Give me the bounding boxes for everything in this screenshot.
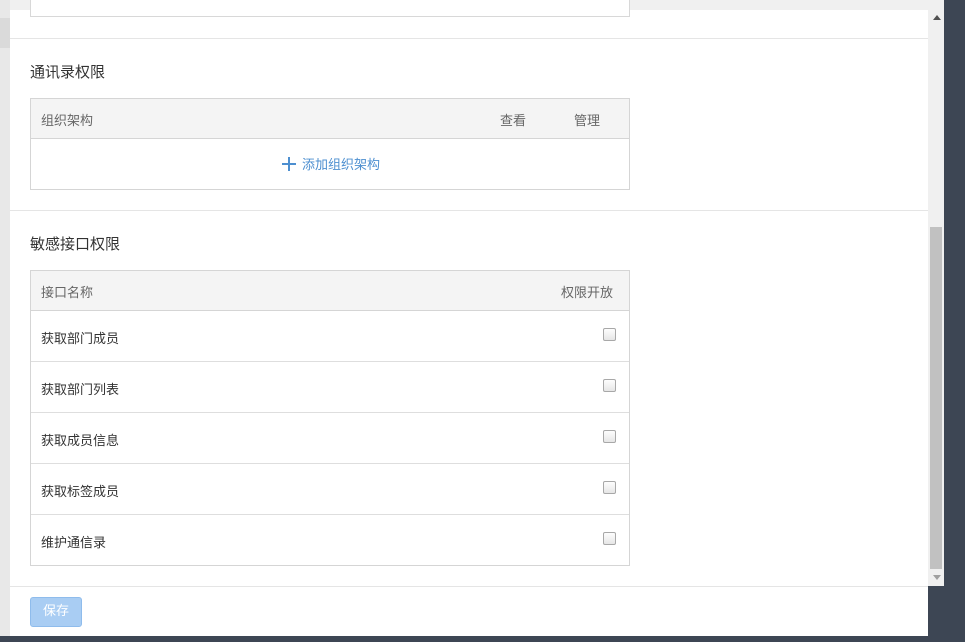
api-permission-title: 敏感接口权限 bbox=[30, 235, 121, 253]
overlay-right-edge bbox=[944, 0, 965, 642]
api-name: 维护通信录 bbox=[41, 536, 107, 551]
scrollbar-thumb[interactable] bbox=[930, 227, 942, 569]
permission-dialog: 通讯录权限 组织架构 查看 管理 添加组织架构 敏感接口权限 接口名称 权限开放… bbox=[10, 0, 928, 636]
vertical-scrollbar[interactable] bbox=[928, 0, 944, 586]
background-panel bbox=[0, 0, 10, 642]
org-column-header: 组织架构 bbox=[41, 114, 94, 129]
section-divider bbox=[10, 210, 928, 211]
permission-checkbox[interactable] bbox=[603, 379, 616, 392]
plus-icon bbox=[282, 156, 296, 171]
add-org-row: 添加组织架构 bbox=[31, 139, 629, 189]
enabled-column-header: 权限开放 bbox=[561, 286, 614, 301]
overlay-bottom-edge bbox=[0, 636, 965, 642]
footer-divider bbox=[10, 586, 928, 587]
api-table-body: 获取部门成员 获取部门列表 获取成员信息 获取标签成员 维护通信录 bbox=[31, 311, 629, 565]
table-row: 获取部门成员 bbox=[31, 311, 629, 361]
previous-table-bottom bbox=[30, 0, 630, 17]
contacts-permission-title: 通讯录权限 bbox=[30, 63, 106, 81]
view-column-header: 查看 bbox=[500, 114, 527, 129]
manage-column-header: 管理 bbox=[574, 114, 601, 129]
permission-checkbox[interactable] bbox=[603, 532, 616, 545]
table-row: 获取成员信息 bbox=[31, 412, 629, 463]
table-row: 获取部门列表 bbox=[31, 361, 629, 412]
contacts-table-header: 组织架构 查看 管理 bbox=[31, 99, 629, 139]
api-name: 获取成员信息 bbox=[41, 434, 120, 449]
table-row: 维护通信录 bbox=[31, 514, 629, 565]
section-divider bbox=[10, 38, 928, 39]
api-table-header: 接口名称 权限开放 bbox=[31, 271, 629, 311]
scroll-down-arrow-icon[interactable] bbox=[933, 575, 941, 580]
contacts-permission-table: 组织架构 查看 管理 添加组织架构 bbox=[30, 98, 630, 190]
api-permission-table: 接口名称 权限开放 获取部门成员 获取部门列表 获取成员信息 获取标签成员 维护… bbox=[30, 270, 630, 566]
table-row: 获取标签成员 bbox=[31, 463, 629, 514]
add-org-label: 添加组织架构 bbox=[302, 158, 381, 173]
background-panel-item bbox=[0, 18, 10, 48]
permission-checkbox[interactable] bbox=[603, 328, 616, 341]
permission-checkbox[interactable] bbox=[603, 430, 616, 443]
permission-checkbox[interactable] bbox=[603, 481, 616, 494]
api-name: 获取标签成员 bbox=[41, 485, 120, 500]
api-name: 获取部门列表 bbox=[41, 383, 120, 398]
save-button[interactable]: 保存 bbox=[30, 597, 82, 627]
scroll-up-arrow-icon[interactable] bbox=[933, 15, 941, 20]
api-name-column-header: 接口名称 bbox=[41, 286, 94, 301]
api-name: 获取部门成员 bbox=[41, 332, 120, 347]
add-org-button[interactable]: 添加组织架构 bbox=[282, 154, 380, 173]
